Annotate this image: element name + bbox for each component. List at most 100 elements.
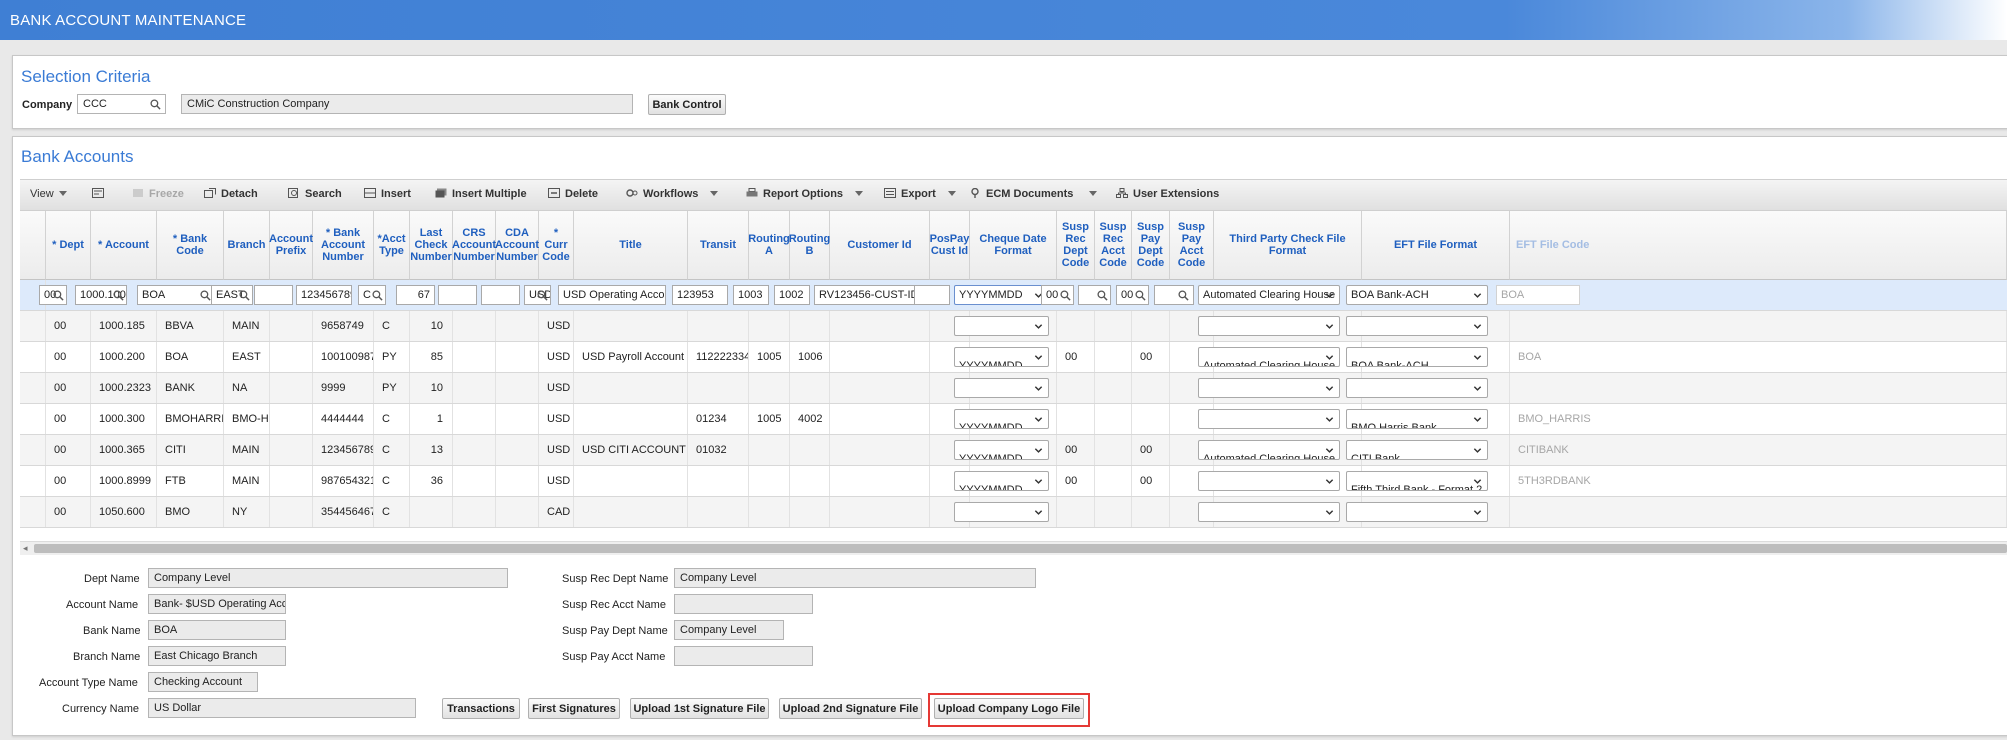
third-party-format-select[interactable] [1198,502,1340,522]
cheque-date-format-select[interactable]: YYYYMMDD [954,471,1049,491]
search-icon[interactable] [1178,290,1189,301]
export-menu[interactable]: Export [884,188,956,200]
cell-empty[interactable] [496,404,539,434]
cell-transit[interactable] [688,466,749,496]
col-header-susp-pay-acct-code[interactable]: Susp Pay Acct Code [1170,211,1214,280]
cell-cheque-date-format[interactable] [954,497,1057,527]
cell-third-party-format[interactable] [1198,404,1362,434]
edit-routing-b-input[interactable]: 1002 [774,285,810,305]
cell-acct-type[interactable]: C [374,497,410,527]
eft-file-format-select[interactable]: CITI Bank [1346,440,1488,460]
edit-customer-id-input[interactable]: RV123456-CUST-ID [814,285,921,305]
cell-title[interactable] [574,311,688,341]
edit-branch-input[interactable]: EAST [211,285,253,305]
cell-empty[interactable] [20,311,46,341]
search-icon[interactable] [53,290,64,301]
col-header-dept[interactable]: * Dept [46,211,91,280]
search-icon[interactable] [239,290,250,301]
edit-account-prefix-input[interactable] [254,285,293,305]
col-header-susp-pay-dept-code[interactable]: Susp Pay Dept Code [1132,211,1170,280]
cell-cheque-date-format[interactable]: YYYYMMDD [954,466,1057,496]
cell-last-check-number[interactable]: 36 [410,466,453,496]
cell-empty[interactable] [1095,497,1132,527]
cell-susp-rec-dept-code[interactable] [1057,311,1095,341]
table-row[interactable]: 00 1000.185 BBVA MAIN 9658749 C 10 USD [20,311,2007,342]
cell-acct-type[interactable]: C [374,404,410,434]
cell-susp-rec-dept-code[interactable]: 00 [1057,342,1095,372]
cell-empty[interactable] [1095,311,1132,341]
table-row[interactable]: 00 1050.600 BMO NY 354456467 C CAD [20,497,2007,528]
cell-eft-file-code[interactable] [1510,311,2007,341]
cell-eft-file-format[interactable]: CITI Bank [1346,435,1510,465]
cell-routing-a[interactable]: 1005 [749,342,790,372]
cell-account[interactable]: 1000.8999 [91,466,157,496]
cell-empty[interactable] [1095,466,1132,496]
cell-bank-account-number[interactable]: 354456467 [313,497,374,527]
col-header-bank-account-number[interactable]: * Bank Account Number [313,211,374,280]
edit-account-input[interactable]: 1000.100 [75,285,127,305]
table-row[interactable]: 00 1000.8999 FTB MAIN 987654321 C 36 USD YYYYMMD… [20,466,2007,497]
cell-dept[interactable]: 00 [46,435,91,465]
cell-branch[interactable]: BMO-H [224,404,270,434]
edit-last-check-number-input[interactable]: 67 [396,285,435,305]
report-options-menu[interactable]: Report Options [746,188,864,200]
scrollbar-thumb[interactable] [34,544,2007,553]
cell-empty[interactable] [270,404,313,434]
bank-control-button[interactable]: Bank Control [648,94,726,115]
insert-multiple-button[interactable]: Insert Multiple [435,188,527,200]
cell-transit[interactable]: 112222334 [688,342,749,372]
cell-bank-code[interactable]: FTB [157,466,224,496]
first-signatures-button[interactable]: First Signatures [528,698,620,719]
edit-bank-code-input[interactable]: BOA [137,285,216,305]
cell-bank-account-number[interactable]: 987654321 [313,466,374,496]
eft-file-format-select[interactable]: BOA Bank-ACH [1346,347,1488,367]
cell-empty[interactable] [270,342,313,372]
insert-button[interactable]: Insert [364,188,411,200]
search-icon[interactable] [200,290,211,301]
col-header-crs-account-number[interactable]: CRS Account Number [452,211,496,280]
cell-susp-pay-dept-code[interactable] [1132,311,1170,341]
third-party-format-select[interactable]: Automated Clearing House [1198,347,1340,367]
cell-bank-account-number[interactable]: 4444444 [313,404,374,434]
col-header-title[interactable]: Title [574,211,688,280]
edit-transit-input[interactable]: 123953 [672,285,728,305]
cell-last-check-number[interactable]: 85 [410,342,453,372]
edit-acct-type-input[interactable]: C [358,285,386,305]
transactions-button[interactable]: Transactions [442,698,520,719]
cell-susp-pay-dept-code[interactable] [1132,373,1170,403]
third-party-format-select[interactable] [1198,409,1340,429]
cell-dept[interactable]: 00 [46,404,91,434]
cell-empty[interactable] [830,435,930,465]
table-row[interactable]: 00 1000.200 BOA EAST 100100987 PY 85 USD USD Pay… [20,342,2007,373]
cell-transit[interactable] [688,497,749,527]
cell-last-check-number[interactable]: 10 [410,311,453,341]
grid-horizontal-scrollbar[interactable]: ◂ [20,541,2007,555]
cell-third-party-format[interactable]: Automated Clearing House [1198,435,1362,465]
edit-title-input[interactable]: USD Operating Account [558,285,666,305]
cell-eft-file-code[interactable]: BOA [1510,342,2007,372]
cheque-date-format-select[interactable]: YYYYMMDD [954,440,1049,460]
cheque-date-format-select[interactable] [954,316,1049,336]
cell-routing-a[interactable] [749,497,790,527]
cell-empty[interactable] [270,435,313,465]
cell-empty[interactable] [830,497,930,527]
cell-acct-type[interactable]: C [374,435,410,465]
upload-1st-signature-button[interactable]: Upload 1st Signature File [630,698,769,719]
cell-bank-account-number[interactable]: 100100987 [313,342,374,372]
cell-title[interactable]: USD Payroll Account [574,342,688,372]
cell-eft-file-code[interactable]: CITIBANK [1510,435,2007,465]
cell-eft-file-format[interactable]: BOA Bank-ACH [1346,342,1510,372]
cell-third-party-format[interactable] [1198,497,1362,527]
cell-third-party-format[interactable] [1198,311,1362,341]
cheque-date-format-select[interactable] [954,378,1049,398]
cell-curr-code[interactable]: USD [539,435,574,465]
cell-cheque-date-format[interactable] [954,311,1057,341]
cell-transit[interactable]: 01032 [688,435,749,465]
cell-empty[interactable] [830,311,930,341]
cell-routing-a[interactable]: 1005 [749,404,790,434]
search-icon[interactable] [1135,290,1146,301]
cell-branch[interactable]: MAIN [224,435,270,465]
scroll-left-icon[interactable]: ◂ [23,543,28,554]
cell-account[interactable]: 1000.185 [91,311,157,341]
cell-routing-b[interactable] [790,497,830,527]
